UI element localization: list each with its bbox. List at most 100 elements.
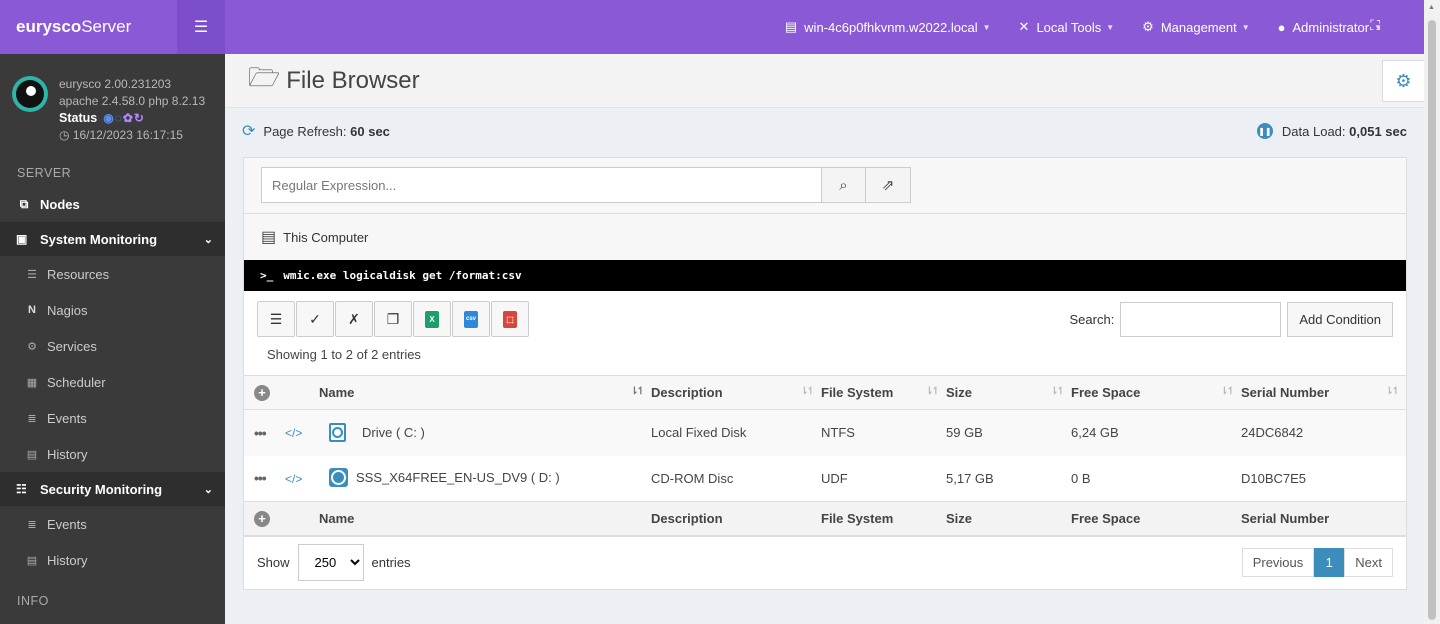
datetime-text: 16/12/2023 16:17:15 [72, 128, 183, 142]
column-header-name[interactable]: Name ⇂↿ [319, 375, 651, 410]
table-search-input[interactable] [1120, 301, 1282, 337]
column-header-description[interactable]: Description ⇂↿ [651, 375, 821, 410]
sidebar: eurysco Server eurysco 2.00.231203 apache… [0, 0, 225, 624]
version-text: eurysco 2.00.231203 [59, 77, 172, 91]
sidebar-item-security-events[interactable]: ≣ Events [0, 506, 225, 542]
expand-all-header[interactable]: + [244, 375, 285, 410]
sidebar-item-label: Services [47, 338, 97, 354]
page-1-button[interactable]: 1 [1314, 548, 1345, 577]
sort-icon: ⇂↿ [1385, 386, 1400, 397]
share-button[interactable]: ⇗ [866, 167, 911, 203]
refresh-icon[interactable]: ⟳ [242, 121, 255, 141]
expand-all-footer[interactable]: + [244, 501, 285, 536]
cell-serial: 24DC6842 [1241, 409, 1406, 456]
info-row: ⟳ Page Refresh: 60 sec ❚❚ Data Load: 0,0… [225, 108, 1424, 154]
caret-down-icon: ▼ [982, 22, 991, 32]
plus-circle-icon: + [254, 384, 270, 401]
previous-page-button[interactable]: Previous [1241, 548, 1315, 577]
settings-button[interactable]: ⚙ [1382, 60, 1424, 102]
csv-export-button[interactable]: csv [452, 301, 490, 337]
refresh-label: Page Refresh: [263, 123, 347, 139]
search-button[interactable]: ⌕ [821, 167, 866, 203]
sidebar-group-security-monitoring[interactable]: ☷ Security Monitoring ⌄ [0, 472, 225, 506]
breadcrumb-label[interactable]: This Computer [283, 230, 368, 245]
local-tools-label: Local Tools [1036, 19, 1102, 35]
sort-icon: ⇂↿ [1220, 386, 1235, 397]
top-navbar: ▤ win-4c6p0fhkvnm.w2022.local ▼ ✕ Local … [225, 0, 1424, 54]
column-header-file-system[interactable]: File System ⇂↿ [821, 375, 946, 410]
excel-icon: X [425, 310, 439, 328]
sidebar-item-events[interactable]: ≣ Events [0, 400, 225, 436]
column-footer-description: Description [651, 501, 821, 536]
scrollbar-thumb[interactable] [1428, 20, 1436, 620]
cd-rom-icon [329, 468, 348, 488]
code-icon[interactable]: </> [285, 426, 302, 440]
column-visibility-button[interactable]: ☰ [257, 301, 295, 337]
sidebar-item-security-history[interactable]: ▤ History [0, 542, 225, 578]
sidebar-item-nagios[interactable]: N Nagios [0, 292, 225, 328]
section-server-header: SERVER [17, 166, 72, 180]
status-icons: ◉◌✿↻ [103, 110, 145, 127]
sidebar-item-resources[interactable]: ☰ Resources [0, 256, 225, 292]
entries-info: Showing 1 to 2 of 2 entries [267, 347, 421, 362]
caret-down-icon: ▼ [1241, 22, 1250, 32]
save-state-button[interactable]: ✓ [296, 301, 334, 337]
chevron-down-icon: ⌄ [203, 483, 213, 496]
table-toolbar: ☰ ✓ ✗ ❐ X csv ⬚ Search: Add Condition [244, 291, 1406, 347]
actions-header [285, 375, 319, 410]
monitor-chart-icon: ▣ [16, 232, 28, 246]
column-header-free-space[interactable]: Free Space ⇂↿ [1071, 375, 1241, 410]
data-load-label: Data Load: [1281, 123, 1346, 139]
column-header-serial-number[interactable]: Serial Number ⇂↿ [1241, 375, 1406, 410]
stack-text: apache 2.4.58.0 php 8.2.13 [59, 94, 206, 108]
host-menu[interactable]: ▤ win-4c6p0fhkvnm.w2022.local ▼ [785, 19, 991, 35]
pdf-export-button[interactable]: ⬚ [491, 301, 529, 337]
sidebar-group-system-monitoring[interactable]: ▣ System Monitoring ⌄ [0, 222, 225, 256]
page-scrollbar[interactable]: ▲ [1424, 0, 1440, 624]
clear-state-button[interactable]: ✗ [335, 301, 373, 337]
user-menu[interactable]: ● Administrator ▼ [1278, 20, 1382, 35]
sidebar-item-scheduler[interactable]: ▦ Scheduler [0, 364, 225, 400]
csv-icon: csv [464, 310, 478, 328]
save-check-icon: ✓ [309, 310, 321, 327]
regex-input[interactable] [261, 167, 821, 203]
table-footer: Show 250 entries Previous 1 Next [244, 536, 1406, 588]
command-text: wmic.exe logicaldisk get /format:csv [283, 269, 522, 282]
management-menu[interactable]: ⚙ Management ▼ [1142, 19, 1249, 35]
sort-icon: ⇂↿ [800, 386, 815, 397]
more-icon[interactable]: ••• [254, 425, 267, 441]
sidebar-item-history[interactable]: ▤ History [0, 436, 225, 472]
sidebar-toggle-button[interactable]: ☰ [177, 0, 225, 54]
sort-icon: ⇂↿ [925, 386, 940, 397]
code-icon[interactable]: </> [285, 472, 302, 486]
more-icon[interactable]: ••• [254, 470, 267, 486]
cell-name[interactable]: Drive ( C: ) [362, 425, 425, 440]
column-header-size[interactable]: Size ⇂↿ [946, 375, 1071, 410]
fullscreen-icon[interactable]: ⛶ [1370, 17, 1380, 34]
table-row[interactable]: ••• </> SSS_X64FREE_EN-US_DV9 ( D: ) CD-… [244, 455, 1406, 502]
book-icon: ▤ [26, 448, 38, 461]
next-page-button[interactable]: Next [1344, 548, 1393, 577]
file-browser-panel: ⌕ ⇗ ▤ This Computer >_ wmic.exe logicald… [243, 157, 1407, 590]
cell-size: 5,17 GB [946, 455, 1071, 502]
server-icon: ☰ [27, 268, 37, 281]
pagination: Previous 1 Next [1241, 548, 1393, 577]
cell-size: 59 GB [946, 409, 1071, 456]
cell-name[interactable]: SSS_X64FREE_EN-US_DV9 ( D: ) [356, 470, 560, 485]
local-tools-menu[interactable]: ✕ Local Tools ▼ [1019, 19, 1115, 35]
caret-down-icon: ▼ [1106, 22, 1115, 32]
sidebar-item-nodes[interactable]: ⧉ Nodes [0, 186, 225, 222]
pause-icon[interactable]: ❚❚ [1256, 123, 1273, 139]
sidebar-item-label: Scheduler [47, 374, 106, 390]
copy-button[interactable]: ❐ [374, 301, 412, 337]
search-icon: ⌕ [839, 176, 848, 194]
table-row[interactable]: ••• </> Drive ( C: ) Local Fixed Disk NT… [244, 409, 1406, 456]
page-title: File Browser [286, 66, 420, 94]
page-length-select[interactable]: 250 [297, 544, 364, 581]
sidebar-item-services[interactable]: ⚙ Services [0, 328, 225, 364]
sidebar-group-label: Security Monitoring [40, 481, 163, 497]
regex-search-bar: ⌕ ⇗ [244, 158, 1406, 214]
add-condition-button[interactable]: Add Condition [1287, 301, 1393, 337]
excel-export-button[interactable]: X [413, 301, 451, 337]
scroll-up-icon[interactable]: ▲ [1428, 4, 1435, 11]
